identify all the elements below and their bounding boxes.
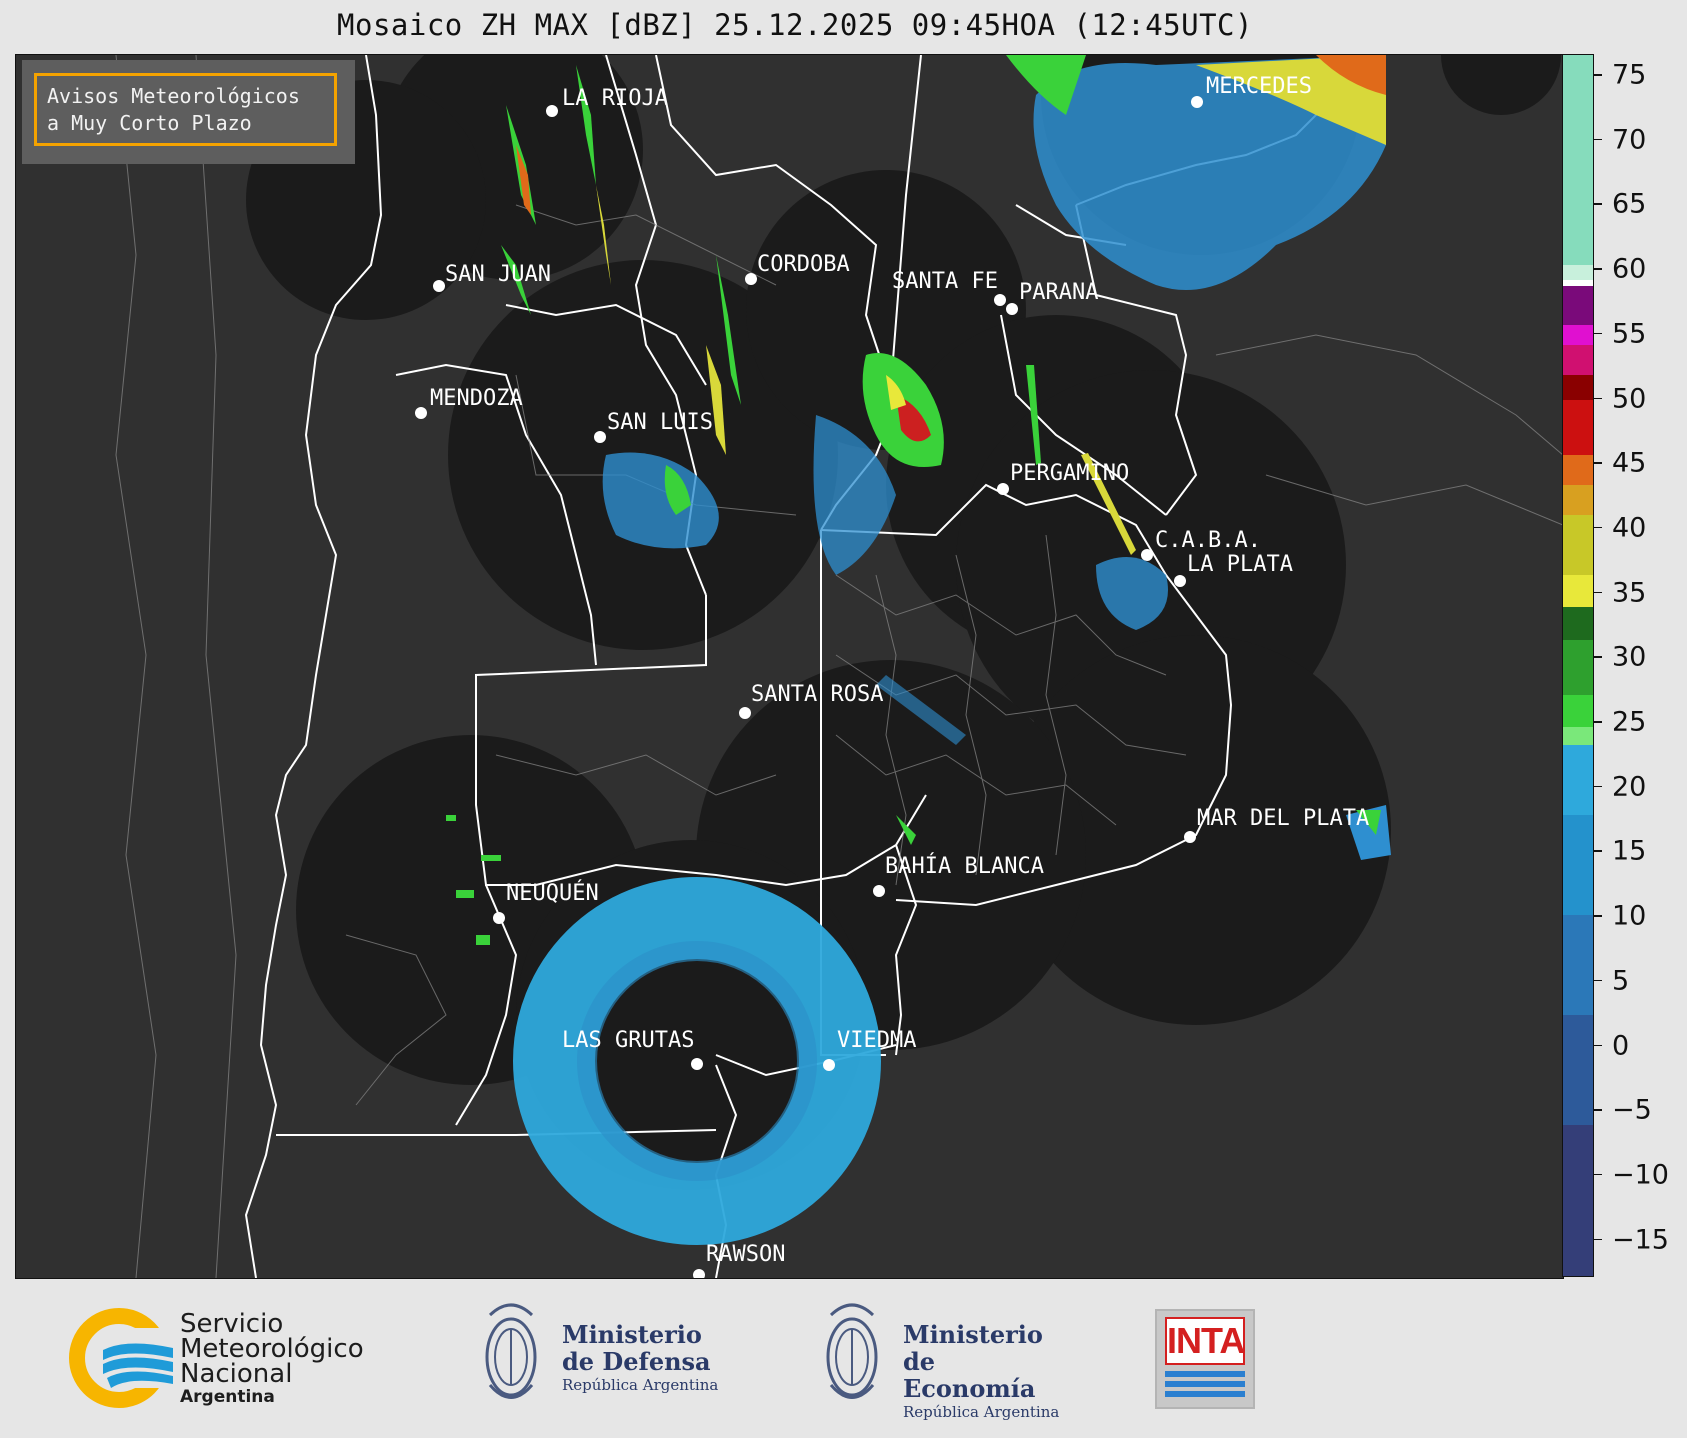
colorbar-tick-label: −15 bbox=[1612, 1224, 1669, 1256]
notice-box: Avisos Meteorológicos a Muy Corto Plazo bbox=[34, 73, 337, 146]
colorbar-tick-mark bbox=[1594, 462, 1602, 464]
economia-line-1: Ministerio bbox=[903, 1320, 1043, 1349]
colorbar-tick-label: 65 bbox=[1612, 188, 1647, 220]
radar-map[interactable]: LA RIOJA MERCEDES SAN JUAN CORDOBA SANTA… bbox=[15, 54, 1564, 1279]
colorbar-tick-mark bbox=[1594, 1109, 1602, 1111]
colorbar-tick-mark bbox=[1594, 74, 1602, 76]
city-label: LA RIOJA bbox=[562, 86, 668, 111]
city-label: C.A.B.A. bbox=[1155, 528, 1261, 553]
colorbar-tick-label: −5 bbox=[1612, 1094, 1652, 1126]
city-label: SANTA FE bbox=[892, 269, 998, 294]
colorbar-tick-mark bbox=[1594, 1044, 1602, 1046]
colorbar-tick-label: 35 bbox=[1612, 577, 1647, 609]
colorbar-tick-mark bbox=[1594, 591, 1602, 594]
colorbar bbox=[1562, 54, 1594, 1277]
economia-logo: Ministerio de Economía República Argenti… bbox=[821, 1295, 1071, 1421]
colorbar-tick-mark bbox=[1594, 915, 1602, 917]
inta-logo: INTA bbox=[1155, 1309, 1255, 1409]
colorbar-tick-label: 45 bbox=[1612, 447, 1647, 479]
colorbar-tick-label: 25 bbox=[1612, 706, 1647, 738]
defensa-line-3: República Argentina bbox=[562, 1376, 719, 1394]
colorbar-tick-mark bbox=[1594, 850, 1602, 852]
radar-map-canvas: LA RIOJA MERCEDES SAN JUAN CORDOBA SANTA… bbox=[16, 55, 1563, 1278]
colorbar-tick-label: 15 bbox=[1612, 835, 1647, 867]
colorbar-tick-mark bbox=[1594, 397, 1602, 399]
city-label: MERCEDES bbox=[1206, 74, 1312, 99]
defensa-line-2: de Defensa bbox=[562, 1347, 711, 1376]
colorbar-tick-label: 5 bbox=[1612, 965, 1630, 997]
defensa-logo: Ministerio de Defensa República Argentin… bbox=[480, 1295, 720, 1420]
colorbar-tick-mark bbox=[1594, 1238, 1602, 1241]
colorbar-tick-mark bbox=[1594, 979, 1602, 982]
map-title: Mosaico ZH MAX [dBZ] 25.12.2025 09:45HOA… bbox=[337, 8, 1253, 42]
coat-of-arms-icon bbox=[826, 1303, 878, 1399]
coat-of-arms-icon bbox=[485, 1303, 537, 1399]
smn-line-4: Argentina bbox=[180, 1387, 275, 1407]
colorbar-tick-label: 50 bbox=[1612, 383, 1647, 414]
colorbar-tick-label: 20 bbox=[1612, 771, 1647, 803]
footer: Servicio Meteorológico Nacional Argentin… bbox=[0, 1279, 1687, 1438]
city-label: MENDOZA bbox=[430, 386, 523, 411]
defensa-line-1: Ministerio bbox=[562, 1320, 702, 1349]
inta-label: INTA bbox=[1165, 1317, 1245, 1365]
city-label: VIEDMA bbox=[837, 1028, 916, 1053]
colorbar-gradient bbox=[1563, 55, 1593, 1276]
colorbar-tick-label: 75 bbox=[1612, 59, 1647, 91]
notice-line-2: a Muy Corto Plazo bbox=[47, 111, 252, 135]
colorbar-tick-mark bbox=[1594, 721, 1602, 723]
city-label: SANTA ROSA bbox=[751, 682, 883, 707]
city-label: BAHÍA BLANCA bbox=[885, 853, 1044, 879]
city-label: PERGAMINO bbox=[1010, 461, 1129, 486]
city-label: LAS GRUTAS bbox=[562, 1028, 694, 1053]
colorbar-tick-mark bbox=[1594, 138, 1602, 141]
colorbar-tick-mark bbox=[1594, 203, 1602, 205]
colorbar-tick-label: 70 bbox=[1612, 124, 1647, 156]
smn-logo: Servicio Meteorológico Nacional Argentin… bbox=[67, 1308, 377, 1408]
city-label: CORDOBA bbox=[757, 252, 850, 277]
economia-line-3: República Argentina bbox=[903, 1403, 1060, 1421]
city-label: RAWSON bbox=[706, 1242, 785, 1267]
city-label: LA PLATA bbox=[1187, 552, 1293, 577]
colorbar-tick-label: 0 bbox=[1612, 1030, 1630, 1061]
colorbar-tick-mark bbox=[1594, 785, 1602, 788]
colorbar-tick-mark bbox=[1594, 656, 1602, 658]
colorbar-tick-mark bbox=[1594, 332, 1602, 335]
notice-line-1: Avisos Meteorológicos bbox=[47, 84, 300, 108]
colorbar-tick-label: 60 bbox=[1612, 253, 1647, 285]
city-label: MAR DEL PLATA bbox=[1197, 806, 1369, 831]
colorbar-tick-mark bbox=[1594, 526, 1602, 529]
smn-emblem-icon bbox=[69, 1308, 177, 1408]
city-label: NEUQUÉN bbox=[506, 880, 599, 906]
city-label: SAN JUAN bbox=[445, 262, 551, 287]
colorbar-tick-label: 40 bbox=[1612, 512, 1647, 544]
notice-panel: Avisos Meteorológicos a Muy Corto Plazo bbox=[22, 60, 355, 164]
colorbar-tick-mark bbox=[1594, 1173, 1602, 1176]
city-label: SAN LUIS bbox=[607, 410, 713, 435]
colorbar-tick-mark bbox=[1594, 268, 1602, 270]
colorbar-tick-label: 10 bbox=[1612, 900, 1647, 932]
colorbar-tick-label: 30 bbox=[1612, 641, 1647, 673]
city-label: PARANA bbox=[1019, 280, 1098, 305]
smn-line-3: Nacional bbox=[180, 1359, 293, 1389]
colorbar-tick-label: −10 bbox=[1612, 1159, 1669, 1191]
economia-line-2: de Economía bbox=[903, 1347, 1036, 1403]
colorbar-tick-label: 55 bbox=[1612, 318, 1647, 350]
